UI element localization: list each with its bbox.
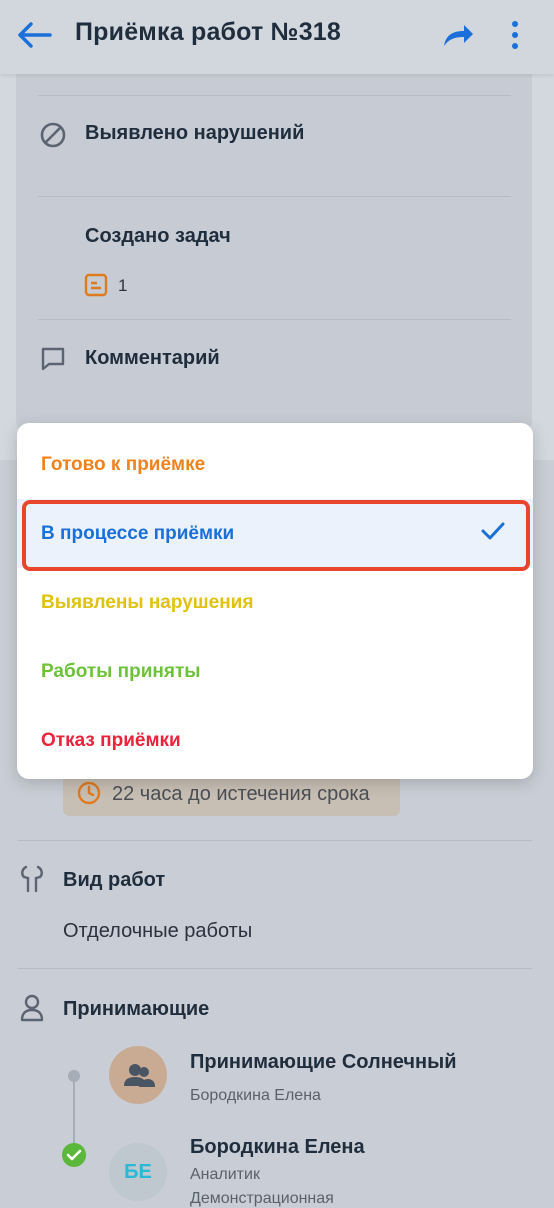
work-type-label: Вид работ [63,869,166,891]
person-avatar: БЕ [109,1143,167,1201]
person-org: Демонстрационная [190,1190,334,1207]
user-icon [20,994,44,1027]
divider [18,968,532,969]
comment-label[interactable]: Комментарий [85,347,220,370]
divider [38,196,511,197]
timeline-line [73,1076,75,1146]
comment-icon [40,346,66,377]
tasks-label: Создано задач [85,225,231,247]
app-header: Приёмка работ №318 [0,0,554,74]
menu-item-ready[interactable]: Готово к приёмке [17,430,533,499]
person-name[interactable]: Бородкина Елена [190,1136,365,1159]
task-icon [84,273,108,302]
violations-label: Выявлено нарушений [85,122,305,144]
person-role: Аналитик [190,1166,260,1183]
page-title: Приёмка работ №318 [75,18,342,46]
status-dropdown-menu: Готово к приёмке В процессе приёмки Выяв… [17,423,533,779]
group-name[interactable]: Принимающие Солнечный [190,1051,456,1074]
check-icon [480,518,506,549]
work-type-value: Отделочные работы [63,920,253,942]
menu-item-violations[interactable]: Выявлены нарушения [17,568,533,637]
menu-item-rejected[interactable]: Отказ приёмки [17,706,533,775]
check-circle-icon [62,1143,86,1167]
menu-item-accepted[interactable]: Работы приняты [17,637,533,706]
deadline-text: 22 часа до истечения срока [112,783,370,805]
tasks-count: 1 [118,276,128,295]
divider [38,319,511,320]
group-member: Бородкина Елена [190,1087,321,1104]
acceptors-label: Принимающие [63,998,210,1020]
wrench-icon [19,865,45,898]
timeline-dot [68,1070,80,1082]
group-avatar [109,1046,167,1104]
share-icon[interactable] [440,20,476,52]
prohibited-icon [39,121,67,154]
menu-item-in-progress[interactable]: В процессе приёмки [17,499,533,568]
clock-icon [77,781,101,810]
arrow-left-icon[interactable] [14,18,54,54]
divider [18,840,532,841]
group-icon [124,1064,155,1087]
divider [38,95,511,96]
more-vertical-icon[interactable] [504,18,526,54]
